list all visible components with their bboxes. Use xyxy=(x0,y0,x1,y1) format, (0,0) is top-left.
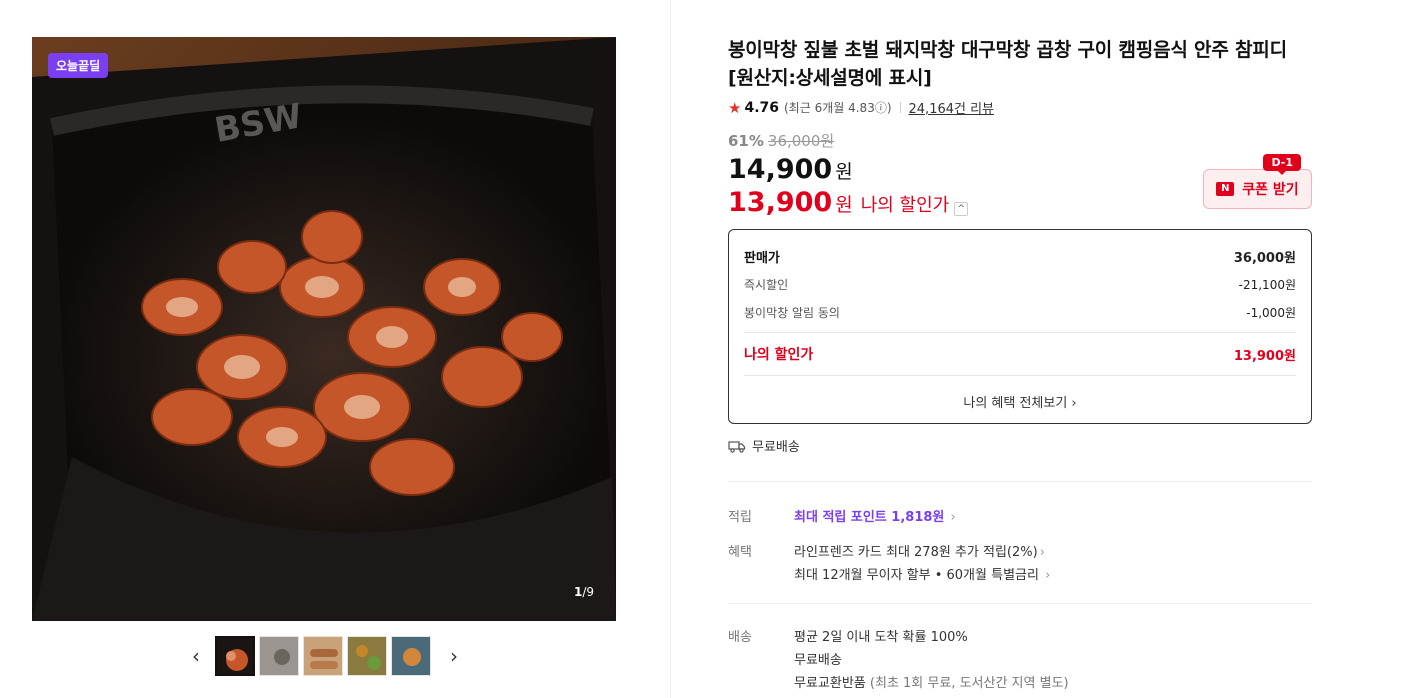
product-title: 봉이막창 짚불 초벌 돼지막창 대구막창 곱창 구이 캠핑음식 안주 참피디 [… xyxy=(728,39,1287,89)
image-counter: 1/9 xyxy=(574,585,594,599)
my-price-unit: 원 xyxy=(835,194,853,216)
thumbnail-strip: ‹ › xyxy=(186,636,464,676)
rating-row: ★ 4.76 (최근 6개월 4.83ⓘ) 24,164건 리뷰 xyxy=(728,98,1312,118)
rating-score: 4.76 xyxy=(744,99,779,116)
original-price-row: 61% 36,000원 xyxy=(728,130,1312,151)
chevron-right-icon: › xyxy=(1045,568,1051,583)
rating-separator xyxy=(899,102,901,113)
breakdown-row-alert-consent: 봉이막창 알림 동의 -1,000원 xyxy=(744,298,1296,326)
breakdown-value: -21,100원 xyxy=(1238,277,1296,292)
section-divider xyxy=(728,603,1312,604)
truck-icon xyxy=(728,440,746,453)
view-all-benefits-link[interactable]: 나의 혜택 전체보기 › xyxy=(744,382,1296,423)
thumbnail-1-image xyxy=(217,638,253,674)
breakdown-value: -1,000원 xyxy=(1246,305,1296,320)
delivery-free-return-note: (최초 1회 무료, 도서산간 지역 별도) xyxy=(869,676,1069,691)
benefit-row: 혜택 라인프렌즈 카드 최대 278원 추가 적립(2%) › 최대 12개월 무… xyxy=(728,541,1312,587)
image-counter-total: /9 xyxy=(582,585,594,599)
benefit-key: 혜택 xyxy=(728,545,752,560)
thumbnail-5-image xyxy=(392,637,430,675)
breakdown-label: 즉시할인 xyxy=(744,277,789,292)
chevron-right-icon: › xyxy=(950,510,956,525)
delivery-row: 배송 평균 2일 이내 도착 확률 100% 무료배송 무료교환반품 (최초 1… xyxy=(728,626,1312,695)
star-icon: ★ xyxy=(728,98,742,117)
thumbnail-1[interactable] xyxy=(215,636,255,676)
benefit-card-link[interactable]: 라인프렌즈 카드 최대 278원 추가 적립(2%) › xyxy=(794,541,1050,564)
recent-rating[interactable]: (최근 6개월 4.83ⓘ) xyxy=(784,99,892,116)
free-shipping-row: 무료배송 xyxy=(728,436,1312,455)
thumbnail-3-image xyxy=(304,637,342,675)
price-row: 14,900 원 13,900 원 나의 할인가 ^ D-1 N 쿠폰 받기 xyxy=(728,154,1312,222)
free-shipping-label: 무료배송 xyxy=(752,440,800,455)
thumbnail-2-image xyxy=(260,637,298,675)
product-photo: BSW xyxy=(32,37,616,621)
chevron-up-icon[interactable]: ^ xyxy=(954,202,969,216)
sale-price-value: 14,900 xyxy=(728,154,833,185)
delivery-values: 평균 2일 이내 도착 확률 100% 무료배송 무료교환반품 (최초 1회 무… xyxy=(794,626,1069,695)
thumbnail-next-button[interactable]: › xyxy=(444,636,464,676)
price-breakdown-box: 판매가 36,000원 즉시할인 -21,100원 봉이막창 알림 동의 -1,… xyxy=(728,229,1312,424)
product-image-gallery[interactable]: BSW 오늘끝딜 1/9 xyxy=(32,37,616,621)
my-price-value: 13,900 xyxy=(728,187,833,218)
breakdown-row-list-price: 판매가 36,000원 xyxy=(744,242,1296,270)
points-key: 적립 xyxy=(728,510,752,525)
review-count-link[interactable]: 24,164건 리뷰 xyxy=(909,98,995,117)
today-deal-badge: 오늘끝딜 xyxy=(48,53,109,78)
thumbnail-4-image xyxy=(348,637,386,675)
discount-percent: 61% xyxy=(728,131,764,150)
my-price-label: 나의 할인가 xyxy=(860,195,950,216)
breakdown-row-my-price: 나의 할인가 13,900원 xyxy=(744,339,1296,369)
benefit-installment-link[interactable]: 최대 12개월 무이자 할부 • 60개월 특별금리 › xyxy=(794,564,1050,587)
delivery-arrival-rate: 평균 2일 이내 도착 확률 100% xyxy=(794,630,968,645)
chevron-right-icon: › xyxy=(1039,545,1045,560)
breakdown-divider xyxy=(744,332,1296,333)
benefit-values: 라인프렌즈 카드 최대 278원 추가 적립(2%) › 최대 12개월 무이자 … xyxy=(794,541,1050,587)
thumbnail-4[interactable] xyxy=(347,636,387,676)
breakdown-label: 봉이막창 알림 동의 xyxy=(744,305,840,320)
delivery-free-return: 무료교환반품 (최초 1회 무료, 도서산간 지역 별도) xyxy=(794,672,1069,695)
breakdown-divider xyxy=(744,375,1296,376)
column-divider xyxy=(670,0,671,698)
benefit-card-text: 라인프렌즈 카드 최대 278원 추가 적립(2%) xyxy=(794,545,1038,560)
coupon-button[interactable]: D-1 N 쿠폰 받기 xyxy=(1203,154,1312,209)
breakdown-label: 판매가 xyxy=(744,250,780,266)
section-divider xyxy=(728,481,1312,482)
points-link[interactable]: 최대 적립 포인트 1,818원 › xyxy=(794,506,956,529)
thumbnail-prev-button[interactable]: ‹ xyxy=(186,636,206,676)
thumbnail-5[interactable] xyxy=(391,636,431,676)
points-value: 최대 적립 포인트 1,818원 xyxy=(794,510,945,525)
delivery-free-shipping: 무료배송 xyxy=(794,653,842,668)
product-info: 봉이막창 짚불 초벌 돼지막창 대구막창 곱창 구이 캠핑음식 안주 참피디 [… xyxy=(728,36,1312,695)
original-price: 36,000원 xyxy=(767,132,835,150)
breakdown-row-instant-discount: 즉시할인 -21,100원 xyxy=(744,270,1296,298)
naver-n-icon: N xyxy=(1216,182,1235,196)
thumbnail-3[interactable] xyxy=(303,636,343,676)
breakdown-mine-value: 13,900원 xyxy=(1233,348,1296,364)
breakdown-value: 36,000원 xyxy=(1233,250,1296,266)
delivery-key: 배송 xyxy=(728,630,752,645)
benefit-installment-text: 최대 12개월 무이자 할부 • 60개월 특별금리 xyxy=(794,568,1039,583)
sale-price-unit: 원 xyxy=(835,161,853,183)
delivery-free-return-label: 무료교환반품 xyxy=(794,676,866,691)
dday-badge: D-1 xyxy=(1263,154,1301,175)
coupon-label: 쿠폰 받기 xyxy=(1242,182,1299,198)
points-row: 적립 최대 적립 포인트 1,818원 › xyxy=(728,506,1312,529)
thumbnail-2[interactable] xyxy=(259,636,299,676)
breakdown-mine-label: 나의 할인가 xyxy=(744,347,814,363)
